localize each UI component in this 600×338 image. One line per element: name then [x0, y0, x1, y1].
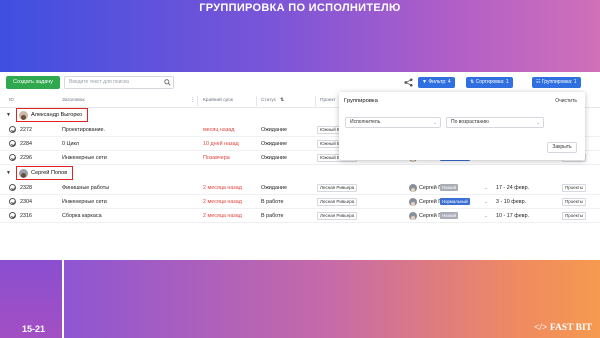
- complete-checkbox-icon[interactable]: [9, 184, 16, 191]
- group-order-select[interactable]: По возрастанию ⌄: [446, 117, 544, 128]
- task-deadline: 2 месяца назад: [203, 185, 242, 191]
- col-id[interactable]: ID: [9, 98, 14, 103]
- avatar: [19, 168, 28, 178]
- table-row[interactable]: 2316 Сборка каркаса 2 месяца назад В раб…: [0, 209, 600, 223]
- task-id: 2304: [20, 199, 32, 205]
- filter-chip-label: Фильтр: 4: [428, 79, 451, 85]
- clear-button[interactable]: Очистить: [555, 98, 577, 104]
- group-chip-label: Группировка: 1: [541, 79, 577, 85]
- task-title[interactable]: Инженерные сети: [62, 199, 107, 205]
- task-deadline: месяц назад: [203, 127, 235, 133]
- share-icon[interactable]: [404, 78, 413, 87]
- sort-chip-label: Сортировка: 1: [475, 79, 509, 85]
- group-order-value: По возрастанию: [451, 119, 489, 125]
- group-label-box: Александр Выгорко: [16, 108, 89, 122]
- group-field-select[interactable]: Исполнитель ⌄: [345, 117, 441, 128]
- col-title[interactable]: Заголовок: [62, 98, 85, 103]
- task-title[interactable]: Инженерные сети: [62, 155, 107, 161]
- col-deadline[interactable]: Крайний срок: [203, 98, 233, 103]
- column-divider: [256, 96, 257, 106]
- page-number: 15-21: [22, 324, 46, 334]
- complete-checkbox-icon[interactable]: [9, 212, 16, 219]
- chevron-down-icon[interactable]: ⌄: [484, 185, 488, 191]
- toolbar: Создать задачу Введите текст для поиска …: [6, 76, 594, 90]
- table-row[interactable]: 2328 Финишные работы 2 месяца назад Ожид…: [0, 181, 600, 195]
- task-id: 2284: [20, 141, 32, 147]
- group-label-box: Сергей Попов: [16, 166, 74, 180]
- table-row[interactable]: 2304 Инженерные сети 2 месяца назад В ра…: [0, 195, 600, 209]
- category-tag: Проекты: [562, 184, 587, 192]
- sort-chip[interactable]: ⇅ Сортировка: 1: [466, 77, 513, 88]
- task-status[interactable]: Ожидание: [261, 141, 287, 147]
- task-status[interactable]: Ожидание: [261, 127, 287, 133]
- task-deadline: Позавчера: [203, 155, 230, 161]
- chevron-down-icon[interactable]: ⌄: [484, 199, 488, 205]
- category-tag: Проекты: [562, 212, 587, 220]
- category-tag: Проекты: [562, 198, 587, 206]
- task-deadline: 2 месяца назад: [203, 213, 242, 219]
- complete-checkbox-icon[interactable]: [9, 140, 16, 147]
- group-field-value: Исполнитель: [350, 119, 381, 125]
- collapse-icon[interactable]: ▼: [6, 170, 11, 176]
- task-title[interactable]: Финишные работы: [62, 185, 109, 191]
- chevron-down-icon: ⌄: [536, 120, 540, 125]
- project-tag: Лесная Ривьера: [317, 212, 358, 220]
- chevron-down-icon: ⌄: [433, 120, 437, 125]
- col-status[interactable]: Статус: [261, 98, 276, 103]
- search-input[interactable]: Введите текст для поиска: [64, 76, 174, 89]
- col-project[interactable]: Проект: [320, 98, 336, 103]
- group-name: Александр Выгорко: [31, 112, 83, 118]
- chevron-down-icon[interactable]: ⌄: [484, 213, 488, 219]
- user-avatar: [409, 212, 417, 220]
- column-divider: [197, 96, 198, 106]
- grouping-popup: Группировка Очистить Исполнитель ⌄ По во…: [339, 92, 585, 160]
- brand-logo: </> FAST BIT: [534, 323, 592, 333]
- group-header[interactable]: ▼ Александр Выгорко: [0, 108, 340, 122]
- project-tag: Лесная Ривьера: [317, 198, 358, 206]
- popup-title: Группировка: [344, 98, 378, 104]
- task-deadline: 10 дней назад: [203, 141, 239, 147]
- priority-badge[interactable]: Низкий: [440, 212, 459, 219]
- priority-badge[interactable]: Нормальный: [440, 198, 470, 205]
- task-id: 2272: [20, 127, 32, 133]
- complete-checkbox-icon[interactable]: [9, 198, 16, 205]
- complete-checkbox-icon[interactable]: [9, 126, 16, 133]
- task-dates: 10 - 17 февр.: [496, 213, 530, 219]
- priority-badge[interactable]: Низкий: [440, 184, 459, 191]
- task-status[interactable]: Ожидание: [261, 155, 287, 161]
- task-id: 2328: [20, 185, 32, 191]
- banner-title: ГРУППИРОВКА ПО ИСПОЛНИТЕЛЮ: [199, 2, 401, 14]
- group-header[interactable]: ▼ Сергей Попов: [0, 166, 340, 180]
- filter-chip[interactable]: ▼ Фильтр: 4: [418, 77, 455, 88]
- search-placeholder: Введите текст для поиска: [69, 79, 129, 85]
- close-button[interactable]: Закрыть: [547, 142, 577, 153]
- avatar: [19, 110, 28, 120]
- task-id: 2316: [20, 213, 32, 219]
- sort-icon[interactable]: ⇅: [280, 98, 284, 103]
- complete-checkbox-icon[interactable]: [9, 154, 16, 161]
- task-dates: 3 - 10 февр.: [496, 199, 527, 205]
- project-tag: Лесная Ривьера: [317, 184, 358, 192]
- task-app: Создать задачу Введите текст для поиска …: [0, 72, 600, 260]
- user-avatar: [409, 198, 417, 206]
- task-id: 2296: [20, 155, 32, 161]
- col-menu-icon[interactable]: ⋮: [190, 98, 195, 103]
- task-status[interactable]: В работе: [261, 199, 283, 205]
- group-name: Сергей Попов: [31, 170, 68, 176]
- create-task-button[interactable]: Создать задачу: [6, 76, 60, 89]
- search-icon[interactable]: [164, 79, 171, 86]
- column-divider: [315, 96, 316, 106]
- task-status[interactable]: В работе: [261, 213, 283, 219]
- task-title[interactable]: Сборка каркаса: [62, 213, 102, 219]
- group-chip[interactable]: ☷ Группировка: 1: [532, 77, 581, 88]
- bottom-banner-right: [64, 260, 600, 338]
- task-deadline: 2 месяца назад: [203, 199, 242, 205]
- user-avatar: [409, 184, 417, 192]
- task-status[interactable]: Ожидание: [261, 185, 287, 191]
- task-dates: 17 - 24 февр.: [496, 185, 530, 191]
- task-title[interactable]: Проектирование.: [62, 127, 105, 133]
- task-title[interactable]: 0 Цикл: [62, 141, 79, 147]
- collapse-icon[interactable]: ▼: [6, 112, 11, 118]
